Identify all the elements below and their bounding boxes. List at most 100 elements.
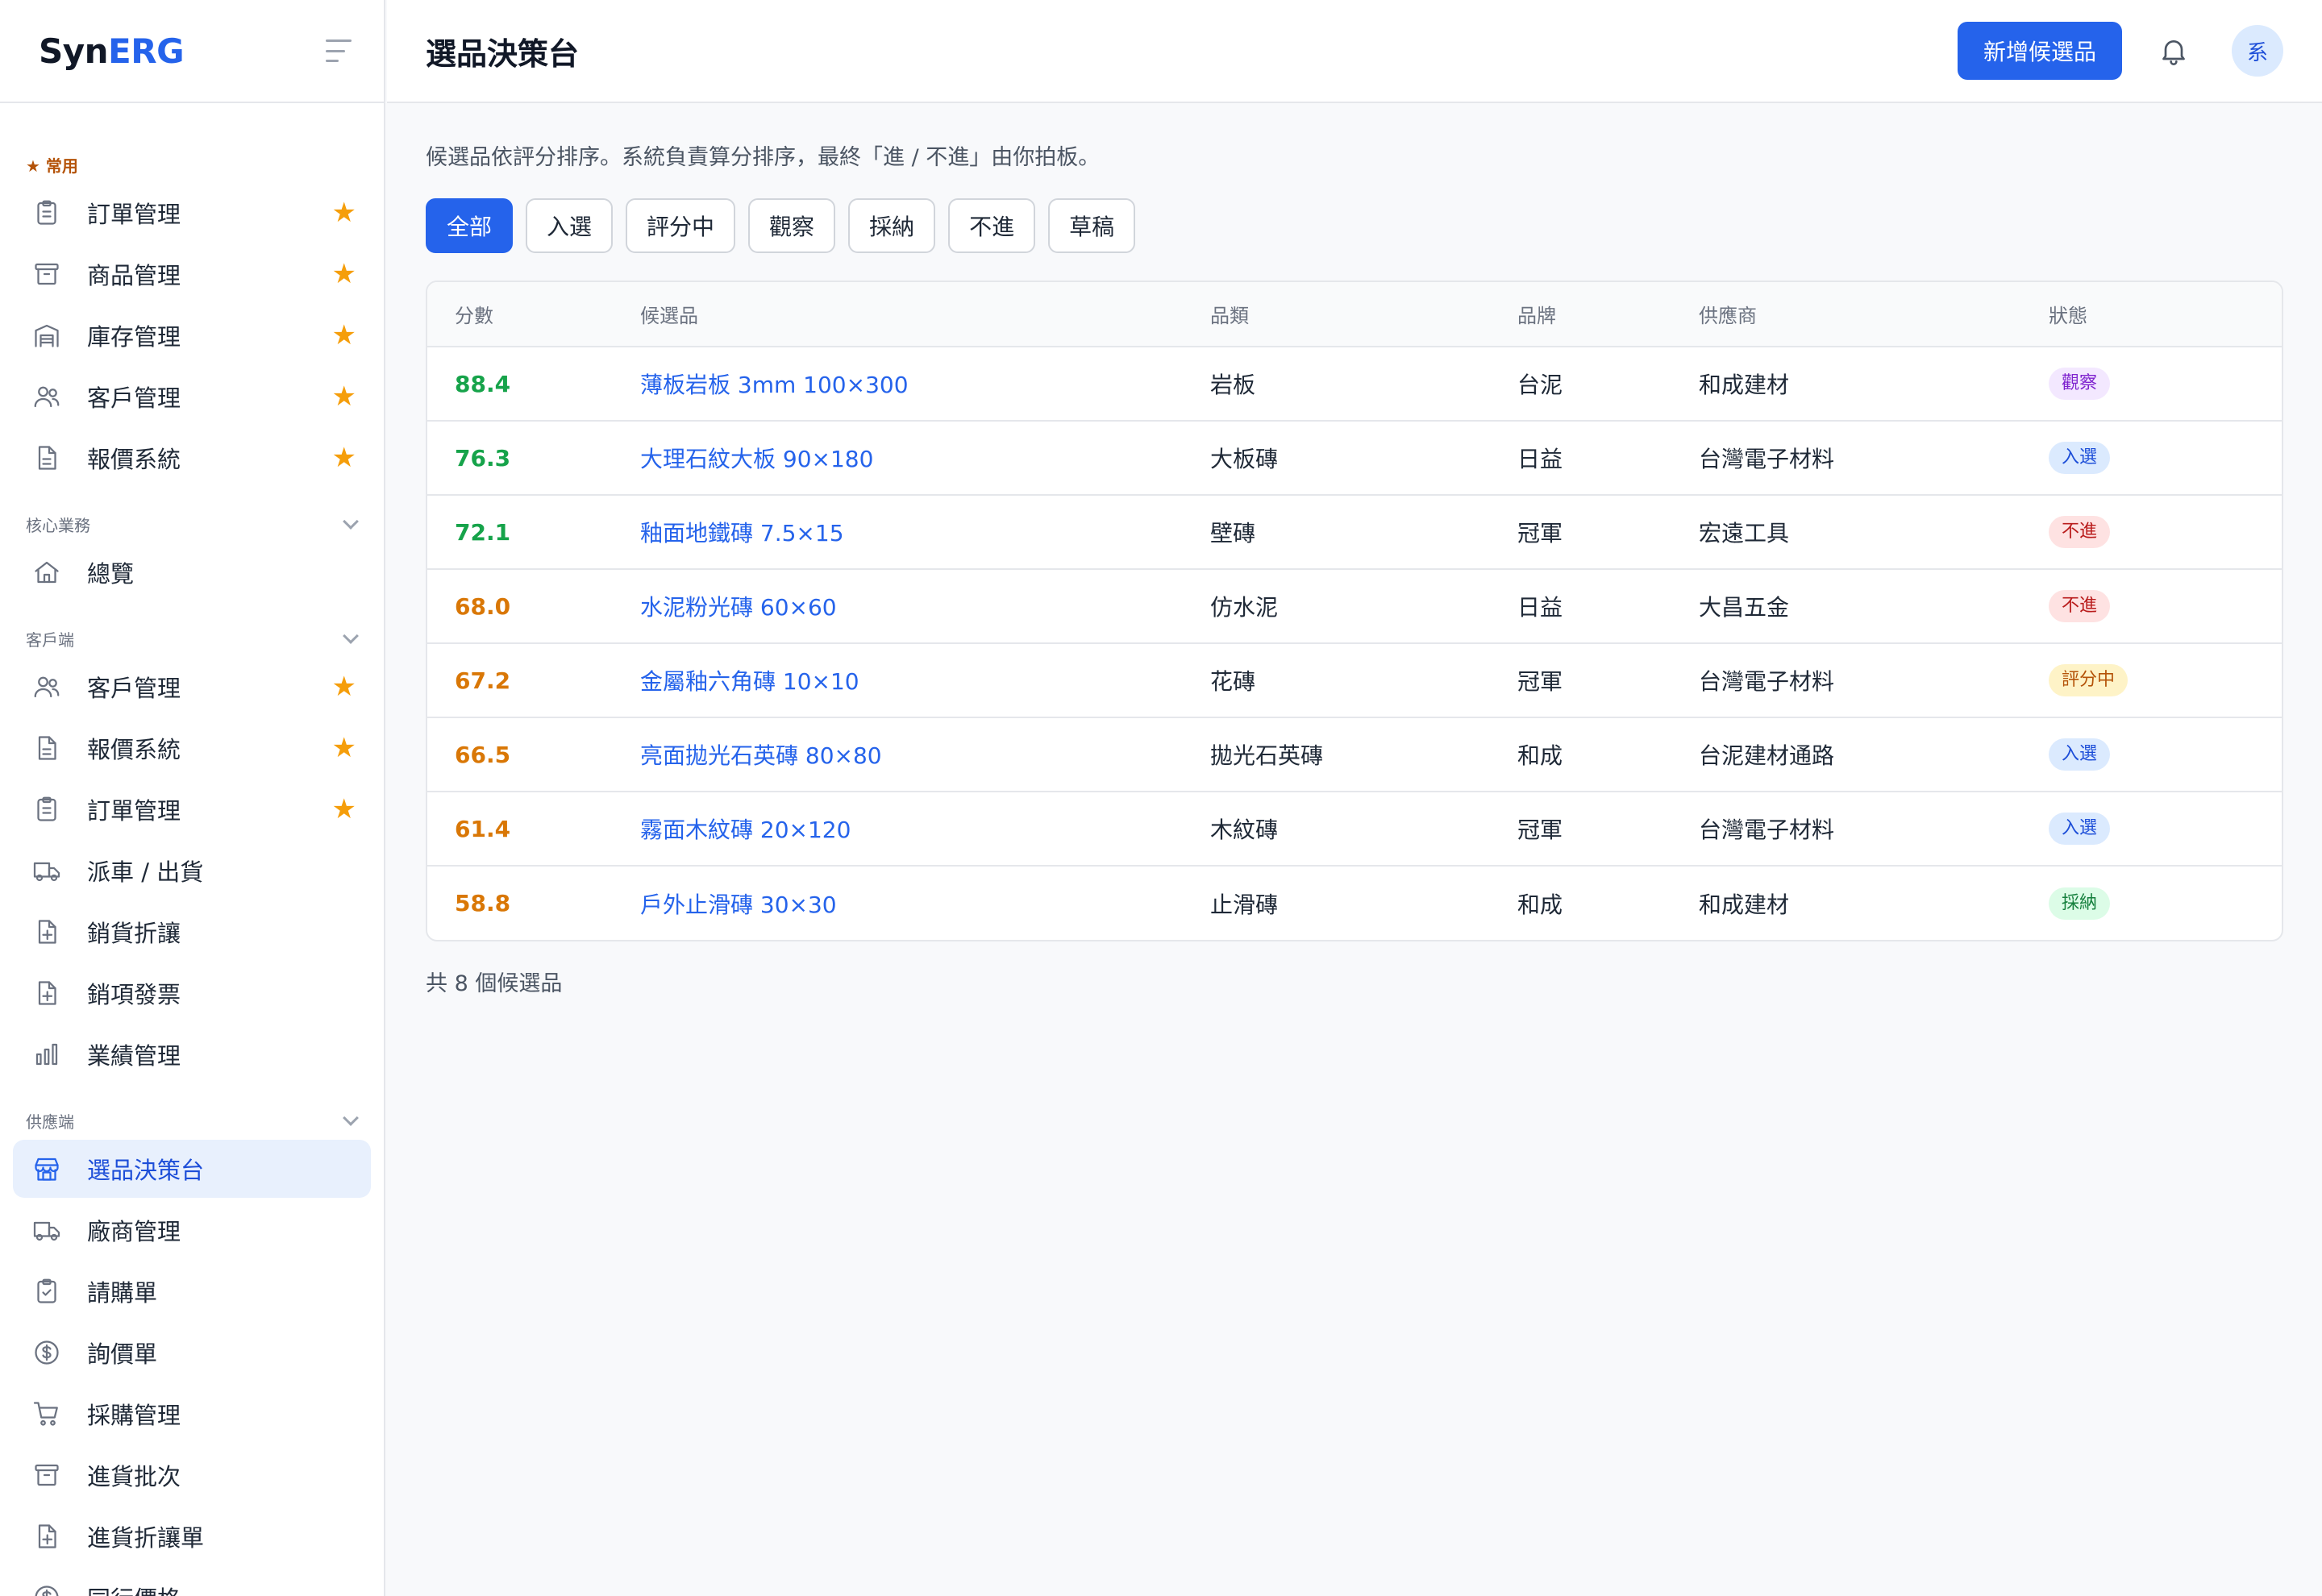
candidate-cell: 亮面拋光石英磚 80×80 — [613, 717, 1183, 792]
sidebar-item-client-2[interactable]: 訂單管理 ★ — [13, 780, 371, 838]
category-cell: 壁磚 — [1210, 520, 1256, 547]
column-header: 供應商 — [1699, 305, 1757, 327]
candidate-link[interactable]: 金屬釉六角磚 10×10 — [640, 668, 859, 695]
score-cell: 72.1 — [455, 518, 511, 546]
candidate-cell: 金屬釉六角磚 10×10 — [613, 643, 1183, 717]
filter-chip-0[interactable]: 全部 — [426, 198, 514, 253]
table-row[interactable]: 68.0 水泥粉光磚 60×60 仿水泥 日益 大昌五金 不進 — [427, 569, 2282, 643]
candidate-link[interactable]: 大理石紋大板 90×180 — [640, 446, 873, 472]
status-cell: 不進 — [2021, 495, 2282, 569]
brand-logo-syn: Syn — [39, 31, 109, 71]
filter-chip-1[interactable]: 入選 — [526, 198, 614, 253]
candidate-link[interactable]: 釉面地鐵磚 7.5×15 — [640, 520, 844, 547]
sidebar-item-favorites-4[interactable]: 報價系統 ★ — [13, 429, 371, 487]
warehouse-icon — [32, 321, 61, 350]
table-row[interactable]: 72.1 釉面地鐵磚 7.5×15 壁磚 冠軍 宏遠工具 不進 — [427, 495, 2282, 569]
brand-logo[interactable]: SynERG — [39, 31, 185, 71]
sidebar-item-favorites-2[interactable]: 庫存管理 ★ — [13, 306, 371, 364]
status-badge: 不進 — [2049, 590, 2111, 622]
total-count: 共 8 個候選品 — [426, 971, 563, 996]
group-title-core[interactable]: 核心業務 — [0, 508, 384, 540]
table-row[interactable]: 76.3 大理石紋大板 90×180 大板磚 日益 台灣電子材料 入選 — [427, 421, 2282, 495]
truck-icon — [32, 856, 61, 885]
group-title-supplier[interactable]: 供應端 — [0, 1104, 384, 1137]
star-icon[interactable]: ★ — [332, 199, 356, 227]
filter-chip-4[interactable]: 採納 — [848, 198, 936, 253]
sidebar-item-client-5[interactable]: 銷項發票 — [13, 964, 371, 1022]
sidebar-item-supplier-7[interactable]: 同行價格 — [13, 1569, 371, 1596]
sidebar-item-label: 進貨批次 — [87, 1463, 181, 1490]
clipboard-icon — [32, 795, 61, 824]
sidebar-item-client-3[interactable]: 派車 / 出貨 — [13, 842, 371, 900]
filter-chip-2[interactable]: 評分中 — [626, 198, 736, 253]
candidate-cell: 大理石紋大板 90×180 — [613, 421, 1183, 495]
sidebar-item-label: 商品管理 — [87, 262, 181, 289]
sidebar-item-client-4[interactable]: 銷貨折讓 — [13, 903, 371, 961]
sidebar-item-supplier-0[interactable]: 選品決策台 — [13, 1140, 371, 1198]
candidate-link[interactable]: 水泥粉光磚 60×60 — [640, 594, 837, 621]
star-icon[interactable]: ★ — [332, 260, 356, 288]
sidebar-item-favorites-1[interactable]: 商品管理 ★ — [13, 245, 371, 303]
category-cell: 止滑磚 — [1210, 891, 1279, 918]
sidebar-item-supplier-1[interactable]: 廠商管理 — [13, 1201, 371, 1259]
sidebar-item-supplier-4[interactable]: 採購管理 — [13, 1385, 371, 1443]
supplier-cell: 和成建材 — [1699, 372, 1790, 398]
category-cell: 拋光石英磚 — [1210, 742, 1324, 769]
sidebar-item-supplier-6[interactable]: 進貨折讓單 — [13, 1507, 371, 1565]
sidebar-item-supplier-2[interactable]: 請購單 — [13, 1262, 371, 1320]
score-cell: 88.4 — [455, 370, 511, 397]
candidate-link[interactable]: 霧面木紋磚 20×120 — [640, 817, 851, 843]
star-icon[interactable]: ★ — [332, 322, 356, 349]
supplier-cell: 和成建材 — [1699, 891, 1790, 918]
candidate-link[interactable]: 薄板岩板 3mm 100×300 — [640, 372, 909, 398]
star-icon[interactable]: ★ — [332, 673, 356, 700]
menu-toggle-icon[interactable] — [326, 39, 352, 62]
sidebar-item-core-0[interactable]: 總覽 — [13, 543, 371, 601]
sidebar-item-label: 進貨折讓單 — [87, 1524, 205, 1552]
table-row[interactable]: 67.2 金屬釉六角磚 10×10 花磚 冠軍 台灣電子材料 評分中 — [427, 643, 2282, 717]
filter-chip-6[interactable]: 草稿 — [1048, 198, 1136, 253]
status-cell: 觀察 — [2021, 347, 2282, 421]
archive-icon — [32, 260, 61, 289]
star-icon[interactable]: ★ — [332, 383, 356, 410]
brand-cell: 和成 — [1517, 891, 1563, 918]
star-icon[interactable]: ★ — [332, 734, 356, 762]
candidate-link[interactable]: 戶外止滑磚 30×30 — [640, 892, 837, 918]
truck-icon — [32, 1216, 61, 1245]
status-badge: 評分中 — [2049, 664, 2128, 696]
sidebar-item-supplier-3[interactable]: 詢價單 — [13, 1324, 371, 1382]
users-icon — [32, 672, 61, 701]
sidebar-item-label: 報價系統 — [87, 736, 181, 763]
table-row[interactable]: 58.8 戶外止滑磚 30×30 止滑磚 和成 和成建材 採納 — [427, 866, 2282, 940]
status-badge: 不進 — [2049, 516, 2111, 548]
group-title-client[interactable]: 客戶端 — [0, 622, 384, 655]
supplier-cell: 台灣電子材料 — [1699, 668, 1835, 695]
sidebar-item-client-0[interactable]: 客戶管理 ★ — [13, 658, 371, 716]
bell-icon[interactable] — [2158, 35, 2190, 67]
sidebar-item-client-6[interactable]: 業績管理 — [13, 1025, 371, 1083]
sidebar-item-supplier-5[interactable]: 進貨批次 — [13, 1446, 371, 1504]
star-icon[interactable]: ★ — [332, 444, 356, 472]
page-title: 選品決策台 — [426, 35, 580, 72]
sidebar-item-client-1[interactable]: 報價系統 ★ — [13, 719, 371, 777]
table-row[interactable]: 61.4 霧面木紋磚 20×120 木紋磚 冠軍 台灣電子材料 入選 — [427, 792, 2282, 866]
table-row[interactable]: 88.4 薄板岩板 3mm 100×300 岩板 台泥 和成建材 觀察 — [427, 347, 2282, 421]
score-cell: 68.0 — [455, 592, 511, 620]
main-content: 候選品依評分排序。系統負責算分排序，最終「進 / 不進」由你拍板。 全部 入選 評分… — [426, 103, 2283, 997]
clipboard-icon — [32, 198, 61, 227]
avatar[interactable]: 系 — [2232, 25, 2283, 77]
filter-chip-3[interactable]: 觀察 — [748, 198, 836, 253]
chevron-down-icon — [343, 513, 359, 530]
sidebar-item-label: 客戶管理 — [87, 675, 181, 702]
filter-chip-5[interactable]: 不進 — [948, 198, 1036, 253]
table-row[interactable]: 66.5 亮面拋光石英磚 80×80 拋光石英磚 和成 台泥建材通路 入選 — [427, 717, 2282, 792]
supplier-cell: 台泥建材通路 — [1699, 742, 1835, 769]
score-cell: 76.3 — [455, 444, 511, 472]
status-filter-bar: 全部 入選 評分中 觀察 採納 不進 草稿 — [426, 198, 2283, 253]
star-icon[interactable]: ★ — [332, 796, 356, 823]
add-candidate-button[interactable]: 新增候選品 — [1957, 22, 2122, 80]
candidate-link[interactable]: 亮面拋光石英磚 80×80 — [640, 742, 882, 769]
client-group: 客戶端 客戶管理 ★ 報價系統 ★ 訂單管理 ★ 派車 / 出貨 銷貨折讓 銷項發票 業績管理 — [0, 622, 384, 1083]
sidebar-item-favorites-0[interactable]: 訂單管理 ★ — [13, 184, 371, 242]
sidebar-item-favorites-3[interactable]: 客戶管理 ★ — [13, 368, 371, 426]
